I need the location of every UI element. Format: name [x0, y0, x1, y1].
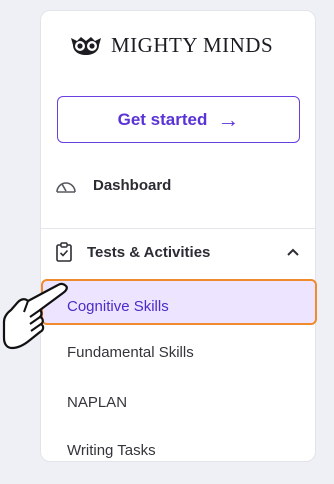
nav-item-fundamental-skills[interactable]: Fundamental Skills	[67, 344, 194, 361]
nav-item-cognitive-skills[interactable]: Cognitive Skills	[67, 298, 169, 315]
get-started-button[interactable]: Get started →	[57, 96, 300, 143]
arrow-right-icon: →	[217, 106, 240, 132]
get-started-label: Get started	[117, 109, 208, 129]
nav-section-tests-activities[interactable]: Tests & Activities	[55, 242, 300, 262]
nav-item-writing-tasks[interactable]: Writing Tasks	[67, 442, 156, 459]
pointing-hand-icon	[2, 282, 68, 350]
nav-section-tests-label: Tests & Activities	[87, 243, 211, 261]
gauge-icon	[56, 181, 76, 193]
owl-icon	[71, 36, 101, 55]
nav-item-dashboard-label: Dashboard	[93, 177, 172, 194]
sidebar-panel: MIGHTY MINDS Get started → Dashboard Tes…	[40, 10, 317, 462]
clipboard-icon	[56, 242, 72, 262]
divider	[41, 228, 315, 229]
chevron-up-icon[interactable]	[286, 247, 300, 257]
brand[interactable]: MIGHTY MINDS	[69, 33, 273, 58]
brand-name: MIGHTY MINDS	[111, 33, 274, 57]
nav-item-dashboard[interactable]: Dashboard	[55, 177, 171, 194]
nav-item-naplan[interactable]: NAPLAN	[67, 394, 127, 411]
